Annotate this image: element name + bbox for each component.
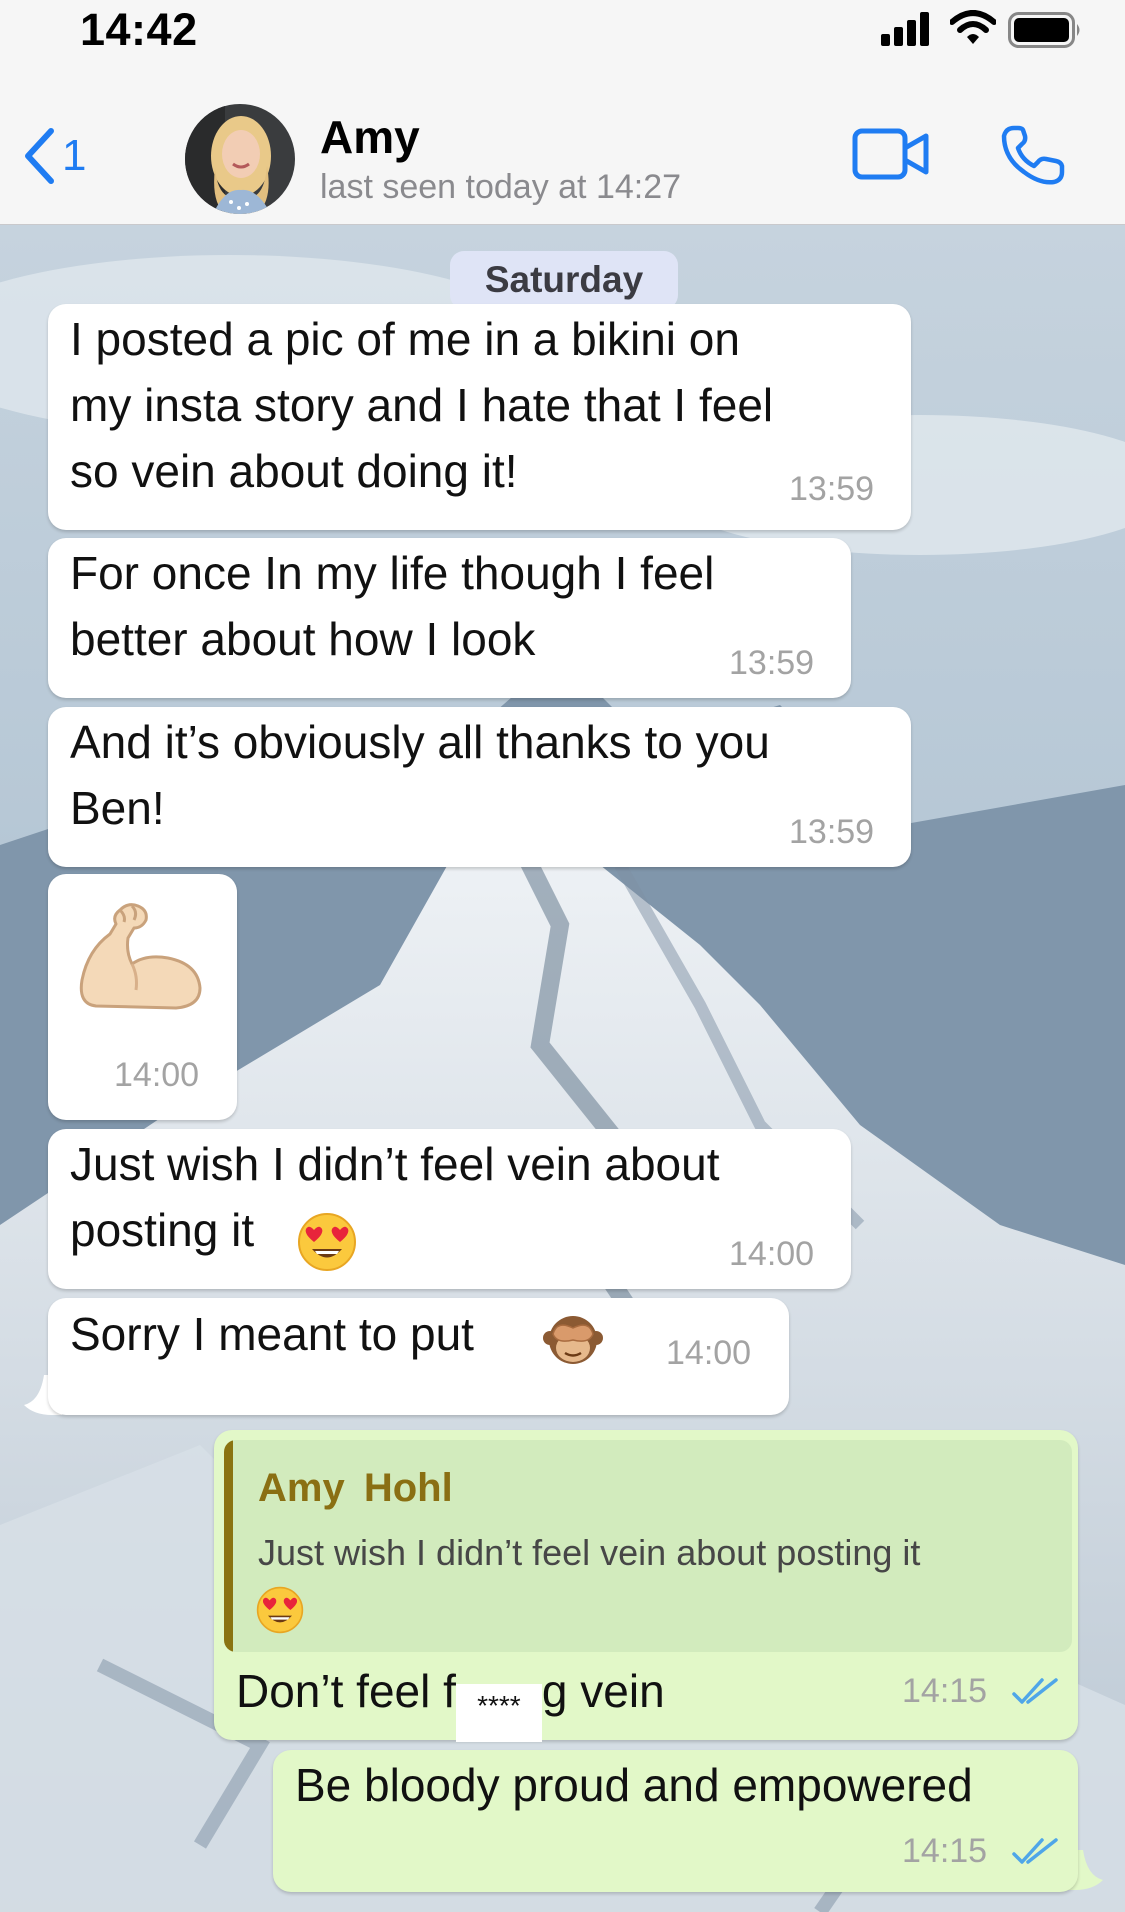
message-time: 14:00 — [114, 1056, 200, 1094]
message-text: Be bloody proud and empowered — [295, 1759, 973, 1811]
message-time: 13:59 — [789, 813, 875, 851]
message-time: 14:00 — [729, 1235, 815, 1273]
heart-eyes-emoji-icon — [256, 1586, 304, 1634]
quoted-message[interactable]: Amy Hohl Just wish I didn’t feel vein ab… — [224, 1440, 1072, 1652]
message-text: For once In my life though I feel better… — [70, 547, 715, 665]
chevron-left-icon — [25, 128, 54, 184]
incoming-message[interactable]: I posted a pic of me in a bikini on my i… — [48, 304, 911, 530]
message-time: 13:59 — [729, 644, 815, 682]
message-time: 14:15 — [902, 1672, 988, 1710]
quoted-text: Just wish I didn’t feel vein about posti… — [258, 1526, 1058, 1580]
outgoing-reply-message[interactable]: Amy Hohl Just wish I didn’t feel vein ab… — [214, 1430, 1078, 1742]
battery-icon — [1008, 12, 1080, 48]
flexed-biceps-icon — [79, 903, 202, 1010]
censor-mask: **** — [477, 1690, 521, 1721]
quote-bar — [224, 1440, 233, 1652]
cellular-signal-icon — [881, 12, 929, 46]
quoted-text-body: Just wish I didn’t feel vein about posti… — [258, 1532, 921, 1573]
see-no-evil-monkey-emoji-icon — [543, 1316, 603, 1364]
message-text: Sorry I meant to put — [70, 1308, 474, 1360]
wifi-icon — [950, 10, 996, 44]
heart-eyes-emoji-icon — [298, 1213, 356, 1271]
message-time: 13:59 — [789, 470, 875, 508]
message-text-start: Don’t feel f — [236, 1665, 456, 1717]
chat-area[interactable]: Saturday I posted a pic of me in a bikin… — [0, 225, 1125, 1912]
message-text: I posted a pic of me in a bikini on my i… — [70, 313, 774, 497]
read-receipt-icon — [1012, 1838, 1058, 1864]
contact-name[interactable]: Amy — [320, 110, 420, 164]
incoming-emoji-message[interactable]: 14:00 — [48, 874, 237, 1120]
last-seen-status: last seen today at 14:27 — [320, 168, 682, 206]
date-separator: Saturday — [450, 251, 678, 309]
video-call-icon[interactable] — [852, 128, 930, 180]
outgoing-message[interactable]: Be bloody proud and empowered 14:15 — [273, 1750, 1078, 1892]
incoming-message[interactable]: Just wish I didn’t feel vein about posti… — [48, 1129, 851, 1289]
contact-avatar[interactable] — [185, 104, 295, 214]
message-text: Don’t feel f **** g vein — [236, 1658, 665, 1742]
incoming-message[interactable]: And it’s obviously all thanks to you Ben… — [48, 707, 911, 867]
quoted-sender-name: Amy Hohl — [258, 1466, 453, 1510]
message-text: And it’s obviously all thanks to you Ben… — [70, 716, 770, 834]
status-time: 14:42 — [80, 4, 198, 55]
censor-box: **** — [455, 1684, 542, 1742]
unread-count: 1 — [62, 131, 87, 180]
read-receipt-icon — [1012, 1678, 1058, 1704]
message-text: Just wish I didn’t feel vein about posti… — [70, 1138, 720, 1256]
chat-header: 1 Amy last seen today at 14:27 — [0, 62, 1125, 225]
status-bar: 14:42 — [0, 0, 1125, 62]
incoming-message[interactable]: Sorry I meant to put 14:00 — [48, 1298, 789, 1415]
message-time: 14:00 — [666, 1334, 752, 1372]
voice-call-icon[interactable] — [1000, 124, 1066, 186]
back-button[interactable]: 1 — [22, 126, 86, 186]
message-text-end: g vein — [541, 1665, 665, 1717]
message-time: 14:15 — [902, 1832, 988, 1870]
incoming-message[interactable]: For once In my life though I feel better… — [48, 538, 851, 698]
